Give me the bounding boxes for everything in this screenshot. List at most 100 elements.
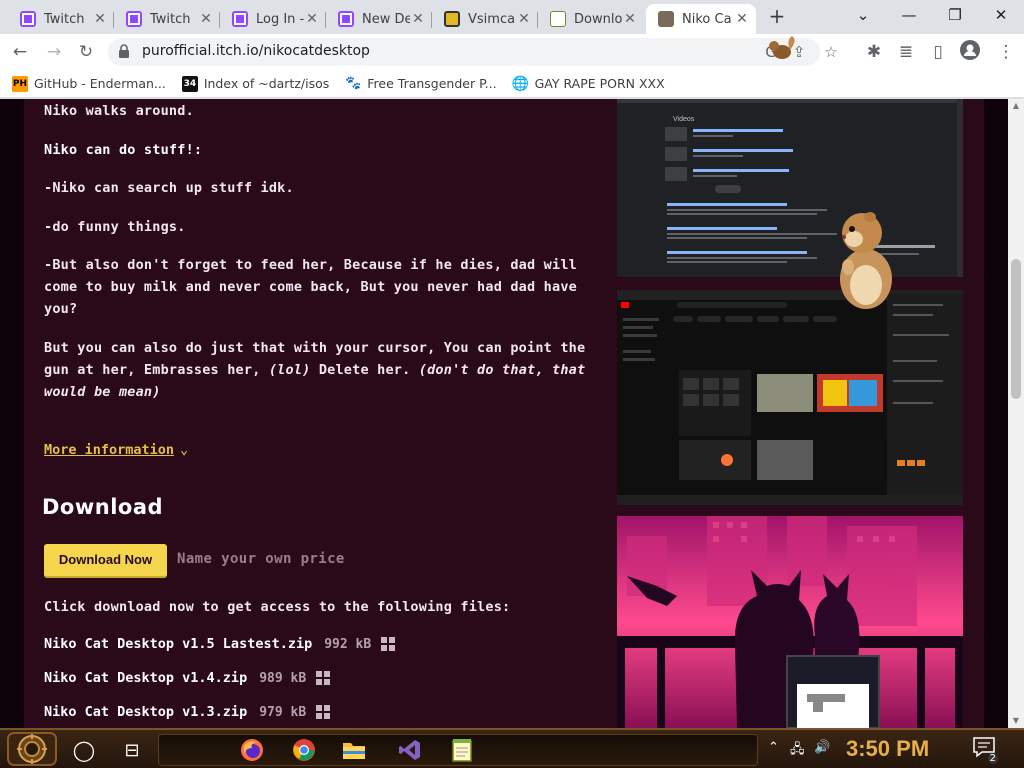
close-icon[interactable]: ✕ bbox=[516, 11, 532, 27]
page-scrollbar[interactable]: ▲ ▼ bbox=[1008, 99, 1024, 728]
tab-login[interactable]: Log In - ✕ bbox=[220, 4, 326, 34]
scrollbar-thumb[interactable] bbox=[1011, 259, 1021, 399]
download-note: Click download now to get access to the … bbox=[44, 599, 511, 615]
close-icon[interactable]: ✕ bbox=[410, 11, 426, 27]
restore-button[interactable]: ❐ bbox=[944, 4, 966, 26]
url-text: purofficial.itch.io/nikocatdesktop bbox=[142, 43, 370, 59]
tab-vsimcard[interactable]: Vsimcar ✕ bbox=[432, 4, 538, 34]
download-now-button[interactable]: Download Now bbox=[44, 544, 167, 578]
volume-icon[interactable]: 🔊 bbox=[814, 740, 830, 755]
visual-studio-icon[interactable] bbox=[396, 736, 424, 764]
file-row: Niko Cat Desktop v1.3.zip 979 kB bbox=[44, 704, 331, 720]
tab-search-icon[interactable]: ⌄ bbox=[852, 4, 874, 26]
paw-icon: 🐾 bbox=[345, 76, 362, 91]
chrome-icon[interactable] bbox=[290, 736, 318, 764]
tab-title: New De bbox=[362, 11, 410, 27]
address-bar[interactable]: purofficial.itch.io/nikocatdesktop G ⇪ ☆ bbox=[108, 38, 838, 66]
windows-icon bbox=[381, 637, 396, 651]
file-name: Niko Cat Desktop v1.3.zip bbox=[44, 704, 248, 720]
tab-new-de[interactable]: New De ✕ bbox=[326, 4, 432, 34]
file-explorer-icon[interactable] bbox=[340, 736, 368, 764]
tab-title: Twitch bbox=[150, 11, 191, 27]
bookmark-label: Free Transgender P... bbox=[367, 76, 497, 91]
delete-text: Delete her. bbox=[318, 362, 411, 378]
menu-kebab-icon[interactable]: ⋮ bbox=[994, 40, 1018, 64]
show-hidden-icons[interactable]: ⌃ bbox=[768, 740, 779, 755]
bookmark-label: Index of ~dartz/isos bbox=[203, 76, 330, 91]
svg-text:Videos: Videos bbox=[673, 116, 695, 123]
more-information-link[interactable]: More information ⌄ bbox=[44, 442, 188, 458]
bookmark-index[interactable]: 34 Index of ~dartz/isos bbox=[181, 75, 330, 92]
tab-title: Twitch bbox=[44, 11, 85, 27]
bookmark-free-transgender[interactable]: 🐾 Free Transgender P... bbox=[345, 76, 496, 92]
game-page-column: Niko walks around. Niko can do stuff!: -… bbox=[24, 99, 984, 728]
file-size: 979 kB bbox=[259, 704, 307, 720]
screenshot-search-results[interactable]: Videos bbox=[617, 99, 963, 277]
twitch-icon bbox=[338, 11, 354, 27]
bookmark-star-icon[interactable]: ☆ bbox=[820, 41, 842, 63]
firefox-icon[interactable] bbox=[238, 736, 266, 764]
tab-niko-active[interactable]: Niko Ca ✕ bbox=[646, 4, 756, 34]
scroll-up-arrow-icon[interactable]: ▲ bbox=[1008, 99, 1024, 113]
new-tab-button[interactable]: + bbox=[766, 6, 788, 28]
document-icon bbox=[550, 11, 566, 27]
browser-toolbar: ← → ↻ purofficial.itch.io/nikocatdesktop… bbox=[0, 34, 1024, 70]
page-viewport: Niko walks around. Niko can do stuff!: -… bbox=[0, 99, 1024, 728]
windows-icon bbox=[316, 705, 331, 719]
bookmark-label: GitHub - Enderman... bbox=[34, 76, 166, 91]
ph-icon: PH bbox=[12, 75, 28, 92]
side-panel-icon[interactable]: ▯ bbox=[926, 40, 950, 64]
media-control-icon[interactable]: ≣ bbox=[894, 40, 918, 64]
scroll-down-arrow-icon[interactable]: ▼ bbox=[1008, 714, 1024, 728]
windows-icon bbox=[316, 671, 331, 685]
globe-icon: 🌐 bbox=[511, 75, 530, 92]
reload-button[interactable]: ↻ bbox=[74, 40, 98, 64]
close-icon[interactable]: ✕ bbox=[304, 11, 320, 27]
hamster-sprite-icon bbox=[840, 212, 892, 309]
notification-icon[interactable]: 2 bbox=[970, 736, 998, 764]
close-icon[interactable]: ✕ bbox=[734, 11, 750, 27]
can-do-heading: Niko can do stuff!: bbox=[44, 142, 203, 158]
lol-text: (lol) bbox=[268, 362, 311, 378]
bookmark-globe[interactable]: 🌐 GAY RAPE PORN XXX bbox=[511, 75, 665, 92]
file-row: Niko Cat Desktop v1.5 Lastest.zip 992 kB bbox=[44, 636, 396, 652]
screenshot-youtube[interactable] bbox=[617, 290, 963, 505]
notification-count: 2 bbox=[987, 753, 998, 764]
close-icon[interactable]: ✕ bbox=[198, 11, 214, 27]
close-window-button[interactable]: ✕ bbox=[990, 4, 1012, 26]
tab-twitch-1[interactable]: Twitch ✕ bbox=[8, 4, 114, 34]
minimize-button[interactable]: — bbox=[898, 4, 920, 26]
extensions-icon[interactable]: ✱ bbox=[862, 40, 886, 64]
taskbar: ◯ ⊟ ⌃ 🖧 🔊 3:50 PM 2 bbox=[0, 728, 1024, 768]
tab-twitch-2[interactable]: Twitch ✕ bbox=[114, 4, 220, 34]
twitch-icon bbox=[232, 11, 248, 27]
screenshot-pixel-art[interactable] bbox=[617, 516, 963, 728]
lock-icon bbox=[119, 44, 129, 58]
close-icon[interactable]: ✕ bbox=[92, 11, 108, 27]
bookmark-label: GAY RAPE PORN XXX bbox=[534, 76, 665, 91]
tab-download[interactable]: Downlo ✕ bbox=[538, 4, 644, 34]
network-icon[interactable]: 🖧 bbox=[790, 740, 805, 762]
back-button[interactable]: ← bbox=[8, 40, 32, 64]
vsimcard-icon bbox=[444, 11, 460, 27]
download-heading: Download bbox=[42, 495, 164, 519]
taskbar-clock[interactable]: 3:50 PM bbox=[846, 736, 929, 762]
file-name: Niko Cat Desktop v1.5 Lastest.zip bbox=[44, 636, 313, 652]
tab-title: Vsimcar bbox=[468, 11, 516, 27]
task-view-icon[interactable]: ⊟ bbox=[118, 736, 146, 764]
tab-title: Niko Ca bbox=[682, 11, 732, 27]
bullet-funny: -do funny things. bbox=[44, 219, 186, 235]
close-icon[interactable]: ✕ bbox=[622, 11, 638, 27]
twitch-icon bbox=[20, 11, 36, 27]
squirrel-sprite-icon bbox=[769, 36, 795, 59]
search-icon[interactable]: ◯ bbox=[70, 736, 98, 764]
profile-avatar-icon[interactable] bbox=[958, 40, 982, 64]
twitch-icon bbox=[126, 11, 142, 27]
cursor-paragraph: But you can also do just that with your … bbox=[44, 337, 589, 403]
bookmark-github[interactable]: PH GitHub - Enderman... bbox=[12, 75, 166, 92]
file-name: Niko Cat Desktop v1.4.zip bbox=[44, 670, 248, 686]
name-your-price-label: Name your own price bbox=[177, 551, 345, 567]
forward-button[interactable]: → bbox=[42, 40, 66, 64]
notepad-icon[interactable] bbox=[448, 736, 476, 764]
start-button[interactable] bbox=[6, 731, 58, 767]
